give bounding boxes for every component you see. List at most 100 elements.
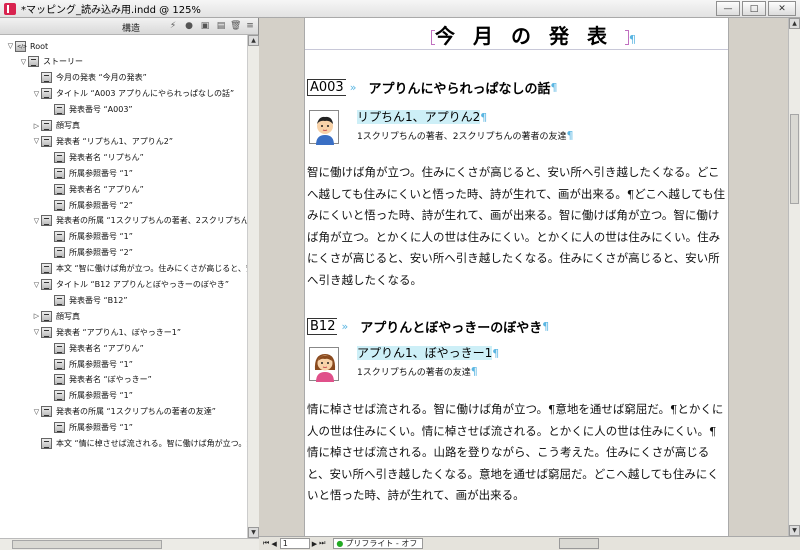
article-body[interactable]: 智に働けば角が立つ。住みにくさが高じると、安い所へ引き越したくなる。どこへ越して…	[307, 162, 727, 290]
structure-tree-item[interactable]: 所属参照番号 “1”	[45, 230, 133, 244]
pilcrow-mark: ¶	[492, 347, 500, 360]
collapse-triangle-icon[interactable]: ▷	[32, 312, 41, 320]
structure-horizontal-scrollbar[interactable]	[0, 538, 259, 550]
expand-triangle-icon[interactable]: ▽	[32, 217, 41, 225]
first-page-icon[interactable]: ⏮	[263, 539, 269, 548]
structure-tree-item[interactable]: 所属参照番号 “2”	[45, 246, 133, 260]
new-element-icon[interactable]: ▣	[200, 21, 210, 31]
lightning-icon[interactable]: ⚡	[168, 21, 178, 31]
arrow-marker: »	[349, 81, 357, 94]
panel-menu-icon[interactable]: ≡	[245, 21, 255, 31]
tree-item-label: 発表者 “アプりん1、ぼやっきー1”	[56, 327, 182, 337]
page-title[interactable]: 今月の発表 ¶	[431, 20, 654, 49]
article-body[interactable]: 情に棹させば流される。智に働けば角が立つ。¶意地を通せば窮屈だ。¶とかくに人の世…	[307, 399, 727, 536]
preflight-text: プリフライト - オフ	[345, 539, 418, 548]
xml-element-icon	[54, 183, 65, 195]
structure-tree-item[interactable]: 本文 “智に働けば角が立つ。住みにくさが高じると、安い所へ引	[32, 262, 247, 276]
tree-item-label: タイトル “A003 アプりんにやられっぱなしの話”	[56, 89, 235, 99]
scroll-thumb[interactable]	[790, 114, 799, 204]
expand-triangle-icon[interactable]: ▽	[32, 328, 41, 336]
structure-tree-item[interactable]: 所属参照番号 “2”	[45, 198, 133, 212]
structure-tree-item[interactable]: 発表者名 “アプりん”	[45, 182, 144, 196]
presenter-line[interactable]: アプりん1、ぼやっきー1¶	[357, 344, 499, 361]
scroll-down-arrow-icon[interactable]: ▼	[789, 525, 800, 536]
tree-item-label: 顔写真	[56, 121, 80, 130]
xml-element-icon	[54, 247, 65, 259]
page-title-frame[interactable]: 今月の発表 ¶	[305, 18, 728, 50]
structure-tree-item[interactable]: ▽ タイトル “B12 アプりんとぼやっきーのぼやき”	[32, 278, 229, 292]
presenter-line[interactable]: リプちん1、アプりん2¶	[357, 108, 487, 125]
tree-item-label: 所属参照番号 “1”	[69, 423, 133, 433]
structure-tree-item[interactable]: 発表者名 “リプちん”	[45, 150, 144, 164]
tree-item-label: 発表者名 “アプりん”	[69, 184, 144, 194]
scroll-down-arrow-icon[interactable]: ▼	[248, 527, 259, 538]
tree-item-label: 発表番号 “A003”	[69, 105, 133, 115]
tree-item-label: 所属参照番号 “2”	[69, 200, 133, 210]
last-page-icon[interactable]: ⏭	[319, 539, 325, 548]
scroll-thumb[interactable]	[12, 540, 162, 549]
boy-avatar-icon[interactable]	[309, 110, 339, 145]
maximize-button[interactable]: □	[742, 1, 766, 16]
add-attribute-icon[interactable]: ●	[184, 21, 194, 31]
page-number-field[interactable]: 1	[279, 538, 310, 549]
structure-tree-item[interactable]: ▽ 発表者 “アプりん1、ぼやっきー1”	[32, 325, 181, 339]
presenter-names: リプちん1、アプりん2	[357, 110, 481, 124]
structure-tree-item[interactable]: ▷ 顔写真	[32, 119, 80, 133]
article-title: アプりんにやられっぱなしの話	[368, 82, 551, 97]
collapse-triangle-icon[interactable]: ▷	[32, 122, 41, 130]
next-page-icon[interactable]: ▶	[312, 540, 317, 548]
expand-triangle-icon[interactable]: ▽	[32, 408, 41, 416]
structure-tree-item[interactable]: 発表者名 “アプりん”	[45, 341, 144, 355]
affiliation-line[interactable]: 1スクリプちんの著者、2スクリプちんの著者の友達¶	[357, 129, 573, 142]
tree-item-label: 今月の発表 “今月の発表”	[56, 73, 147, 83]
scroll-up-arrow-icon[interactable]: ▲	[789, 18, 800, 29]
article-heading[interactable]: A003 » アプりんにやられっぱなしの話 ¶	[307, 78, 557, 97]
document-area[interactable]: 今月の発表 ¶ A003 » アプりんにやられっぱなしの話 ¶ リプちん1、アプり…	[259, 18, 800, 536]
article-code: B12	[307, 318, 338, 335]
horizontal-scroll-thumb[interactable]	[559, 538, 599, 549]
trash-icon[interactable]: 🗑	[230, 21, 241, 31]
close-button[interactable]: ✕	[768, 1, 796, 16]
pilcrow-mark: ¶	[542, 320, 550, 333]
snippet-icon[interactable]: ▤	[216, 21, 226, 31]
structure-tree-item[interactable]: ▽ Root	[6, 39, 48, 53]
structure-vertical-scrollbar[interactable]: ▲ ▼	[247, 35, 259, 538]
document-vertical-scrollbar[interactable]: ▲ ▼	[788, 18, 800, 536]
girl-avatar-icon[interactable]	[309, 347, 339, 382]
document-page[interactable]: 今月の発表 ¶ A003 » アプりんにやられっぱなしの話 ¶ リプちん1、アプり…	[304, 18, 729, 536]
preflight-status[interactable]: ● プリフライト - オフ	[333, 538, 424, 549]
xml-element-icon	[41, 263, 52, 275]
expand-triangle-icon[interactable]: ▽	[6, 42, 15, 50]
structure-tree-item[interactable]: ▽ 発表者 “リプちん1、アプりん2”	[32, 134, 173, 148]
article-heading[interactable]: B12 » アプりんとぼやっきーのぼやき ¶	[307, 317, 549, 336]
structure-tree-item[interactable]: ▽ 発表者の所属 “1スクリプちんの著者、2スクリプちんの著者の友	[32, 214, 247, 228]
structure-panel-toolbar: 構造 ⚡ ● ▣ ▤ 🗑 ≡	[0, 18, 258, 35]
structure-tree-item[interactable]: 発表者名 “ぼやっきー”	[45, 373, 152, 387]
structure-tree-item[interactable]: 発表番号 “B12”	[45, 293, 128, 307]
structure-tree-item[interactable]: 所属参照番号 “1”	[45, 421, 133, 435]
window-title: *マッピング_読み込み用.indd @ 125%	[21, 5, 201, 16]
structure-tree-item[interactable]: ▽ 発表者の所属 “1スクリプちんの著者の友達”	[32, 405, 216, 419]
structure-tree-item[interactable]: 所属参照番号 “1”	[45, 357, 133, 371]
expand-triangle-icon[interactable]: ▽	[32, 90, 41, 98]
xml-element-icon	[41, 88, 52, 100]
structure-tree-item[interactable]: 本文 “情に棹させば流される。智に働けば角が立つ。意地を通	[32, 437, 247, 451]
structure-tree-item[interactable]: 今月の発表 “今月の発表”	[32, 71, 147, 85]
structure-tree-item[interactable]: ▽ ストーリー	[19, 55, 83, 69]
structure-tree-item[interactable]: 発表番号 “A003”	[45, 103, 133, 117]
structure-tree-item[interactable]: 所属参照番号 “1”	[45, 166, 133, 180]
expand-triangle-icon[interactable]: ▽	[19, 58, 28, 66]
structure-panel: 構造 ⚡ ● ▣ ▤ 🗑 ≡ ▽Root ▽ストーリー今月の発表 “今月の発表” ▽…	[0, 18, 259, 550]
structure-tree-item[interactable]: 所属参照番号 “1”	[45, 389, 133, 403]
minimize-button[interactable]: —	[716, 1, 740, 16]
expand-triangle-icon[interactable]: ▽	[32, 281, 41, 289]
affiliation-line[interactable]: 1スクリプちんの著者の友達¶	[357, 365, 478, 378]
scroll-up-arrow-icon[interactable]: ▲	[248, 35, 259, 46]
expand-triangle-icon[interactable]: ▽	[32, 137, 41, 145]
structure-tree-item[interactable]: ▷ 顔写真	[32, 309, 80, 323]
structure-tree-item[interactable]: ▽ タイトル “A003 アプりんにやられっぱなしの話”	[32, 87, 234, 101]
tree-item-label: 所属参照番号 “2”	[69, 248, 133, 258]
page-title-text: 今月の発表	[435, 24, 625, 48]
xml-element-icon	[41, 326, 52, 338]
prev-page-icon[interactable]: ◀	[271, 540, 276, 548]
